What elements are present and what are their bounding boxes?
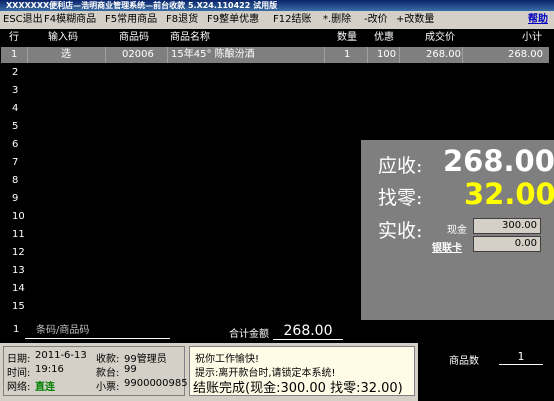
cash-label: 现金 [447,225,467,236]
cell-product-code: 02006 [122,49,154,60]
cell-price: 268.00 [426,49,461,60]
total-value: 268.00 [273,322,343,340]
menu-esc-exit[interactable]: ESC退出 [3,11,43,29]
menu-f4-fuzzy[interactable]: F4模糊商品 [44,11,96,29]
register-value: 99 [124,364,137,375]
time-label: 时间: [7,368,31,379]
grid-header: 行 输入码 商品码 商品名称 数量 优惠 成交价 小计 [0,31,554,45]
network-label: 网络: [7,382,31,393]
input-strip: 1 条码/商品码 合计金额 268.00 [0,321,554,343]
cashier-value: 99管理员 [124,354,167,365]
row-number: 14 [12,283,25,294]
total-label: 合计金额 [229,329,269,340]
menu-f9-discount[interactable]: F9整单优惠 [207,11,259,29]
item-count-value: 1 [499,349,543,365]
row-number: 6 [12,139,19,150]
col-name[interactable]: 商品名称 [170,31,210,45]
row-number: 4 [12,103,19,114]
col-discount[interactable]: 优惠 [374,31,394,45]
cell-qty: 1 [344,49,351,60]
row-number: 5 [12,121,19,132]
menu-f5-common[interactable]: F5常用商品 [105,11,157,29]
cell-line: 1 [11,49,18,60]
payment-summary-panel: 应收: 268.00 找零: 32.00 实收: 现金 300.00 银联卡 0… [361,140,554,320]
row-number: 9 [12,193,19,204]
received-label: 实收: [378,220,423,242]
register-label: 款台: [96,368,120,379]
cashier-label: 收款: [96,354,120,365]
change-label: 找零: [378,187,423,209]
checkout-complete-text: 结账完成(现金:300.00 找零:32.00) [193,381,403,396]
menubar: ESC退出 F4模糊商品 F5常用商品 F8退货 F9整单优惠 F12结账 *.… [0,11,554,29]
cell-name: 15年45° 陈酿汾酒 [171,49,255,60]
info-panel: 日期: 2011-6-13 时间: 19:16 网络: 直连 收款: 99管理员… [3,346,188,396]
card-amount-field[interactable]: 0.00 [473,236,541,252]
card-label: 银联卡 [432,243,462,254]
qty-indicator: 1 [13,324,20,335]
message-panel: 祝你工作愉快! 提示:离开款台时,请锁定本系统! 结账完成(现金:300.00 … [189,346,415,396]
row-number: 10 [12,211,25,222]
item-count-label: 商品数 [449,356,479,367]
cell-discount: 100 [377,49,397,60]
col-line[interactable]: 行 [9,31,19,45]
menu-f8-return[interactable]: F8退货 [166,11,198,29]
row-number: 13 [12,265,25,276]
cell-subtotal: 268.00 [508,49,543,60]
row-number: 2 [12,67,19,78]
col-product-code[interactable]: 商品码 [119,31,149,45]
help-link[interactable]: 帮助 [528,11,548,29]
menu-f12-checkout[interactable]: F12结账 [273,11,311,29]
ticket-label: 小票: [96,382,120,393]
status-bar: 日期: 2011-6-13 时间: 19:16 网络: 直连 收款: 99管理员… [0,343,554,401]
row-number: 3 [12,85,19,96]
row-number: 11 [12,229,25,240]
menu-change-price[interactable]: -改价 [364,11,388,29]
barcode-input[interactable]: 条码/商品码 [25,323,170,339]
row-number: 8 [12,175,19,186]
cash-amount-field[interactable]: 300.00 [473,218,541,234]
row-number: 15 [12,301,25,312]
date-value: 2011-6-13 [35,350,87,361]
date-label: 日期: [7,354,31,365]
network-value: 直连 [35,382,55,393]
menu-change-qty[interactable]: +改数量 [396,11,434,29]
window-title: XXXXXXX便利店—浩明商业管理系统—前台收款 5.X24.110422 试用… [0,0,554,11]
col-price[interactable]: 成交价 [425,31,455,45]
item-count-box: 商品数 1 [418,343,554,401]
table-row[interactable]: 1 选 02006 15年45° 陈酿汾酒 1 100 268.00 268.0… [1,47,549,63]
col-input-code[interactable]: 输入码 [48,31,78,45]
row-number: 7 [12,157,19,168]
greeting-text: 祝你工作愉快! [195,354,260,365]
col-qty[interactable]: 数量 [337,31,357,45]
change-value: 32.00 [464,177,554,211]
receivable-value: 268.00 [443,144,554,178]
menu-delete[interactable]: *.删除 [323,11,351,29]
time-value: 19:16 [35,364,64,375]
row-number: 12 [12,247,25,258]
receivable-label: 应收: [378,155,423,177]
col-subtotal[interactable]: 小计 [522,31,542,45]
cell-input-code: 选 [61,49,71,60]
ticket-value: 9900000985 [124,378,188,389]
